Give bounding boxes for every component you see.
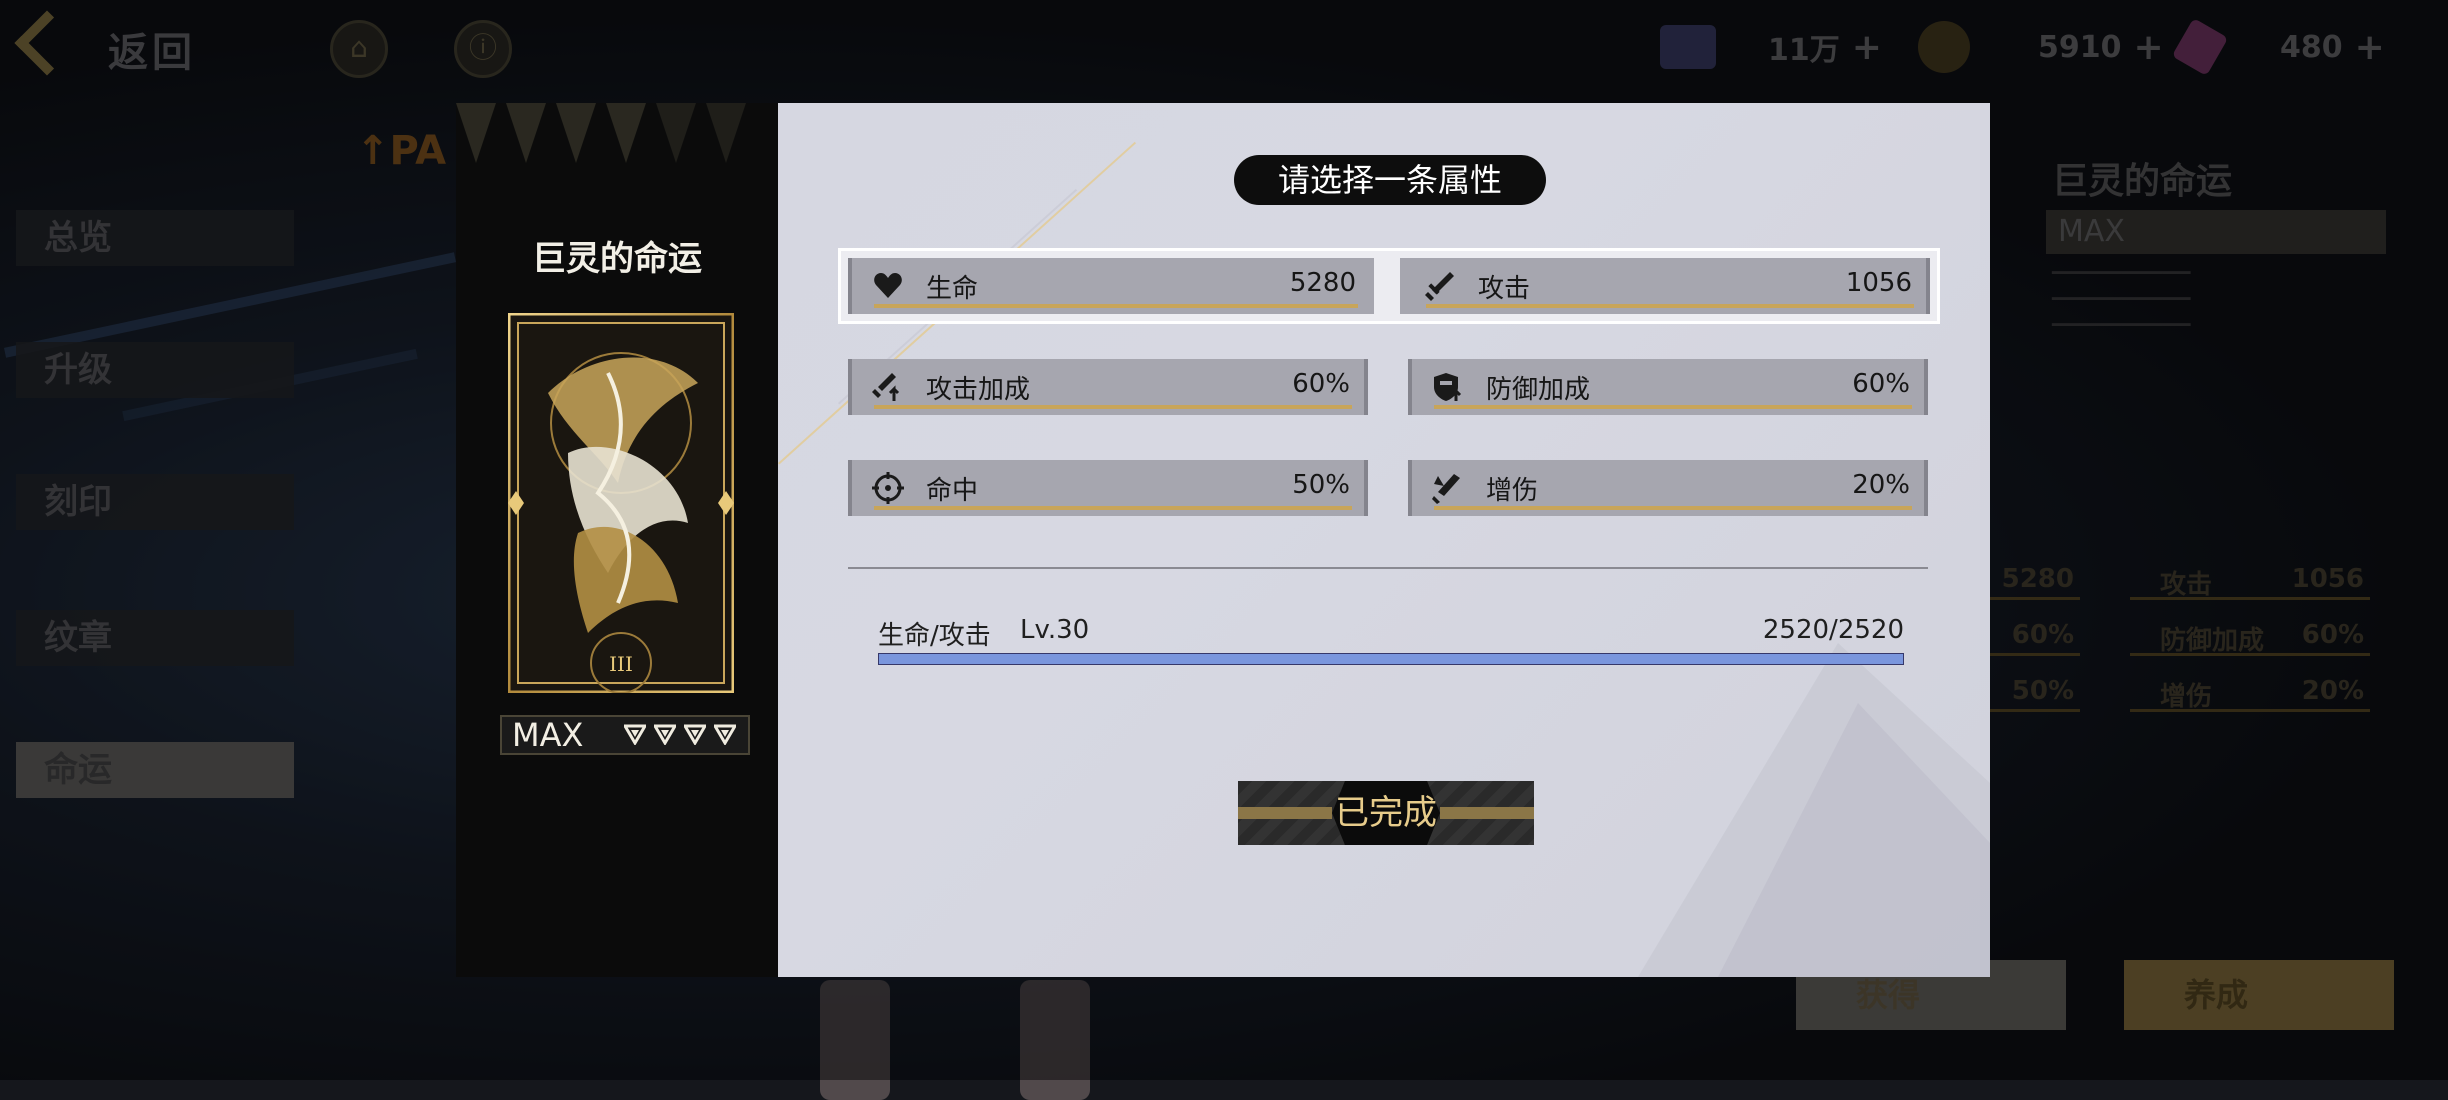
card-name: 巨灵的命运 [532, 239, 702, 279]
card-pane: 巨灵的命运 III MAX [456, 103, 778, 977]
card-numeral: III [609, 652, 633, 676]
level-pip-icon [624, 724, 646, 745]
attribute-value: 60% [1292, 369, 1350, 399]
done-button[interactable]: 已完成 [1238, 781, 1534, 845]
attribute-label: 防御加成 [1486, 375, 1591, 405]
decorative-shape [1638, 643, 1990, 977]
done-button-label: 已完成 [1335, 793, 1437, 833]
heart-icon [874, 273, 902, 298]
attribute-hp[interactable]: 生命 5280 [848, 258, 1374, 314]
attribute-value: 20% [1852, 470, 1910, 500]
crosshair-icon [872, 472, 904, 504]
progress-bar [878, 653, 1904, 665]
attribute-label: 增伤 [1486, 476, 1539, 506]
attribute-pane: 请选择一条属性 生命 5280 攻击 1056 攻击加成 60% 防御加成 60… [778, 103, 1990, 977]
attribute-dmg-up[interactable]: 增伤 20% [1408, 460, 1928, 516]
attribute-label: 命中 [926, 476, 979, 506]
section-divider [848, 567, 1928, 569]
attribute-hit[interactable]: 命中 50% [848, 460, 1368, 516]
attribute-value: 50% [1292, 470, 1350, 500]
level-pip-icon [684, 724, 706, 745]
attribute-label: 攻击 [1478, 274, 1531, 304]
decorative-triangles [456, 103, 746, 163]
attribute-atk-bonus[interactable]: 攻击加成 60% [848, 359, 1368, 415]
attribute-value: 60% [1852, 369, 1910, 399]
attribute-def-bonus[interactable]: 防御加成 60% [1408, 359, 1928, 415]
attribute-value: 5280 [1289, 268, 1356, 298]
attribute-value: 1056 [1845, 268, 1912, 298]
card-level-label: MAX [512, 716, 584, 754]
sword-icon [1425, 272, 1454, 301]
progress-fill [879, 654, 1903, 664]
fate-card-image: III [508, 313, 734, 693]
dmg-up-icon [1432, 474, 1460, 504]
attribute-label: 攻击加成 [926, 375, 1031, 405]
progress-label: 生命/攻击 [878, 621, 991, 651]
level-pip-icon [714, 724, 736, 745]
progress-level: Lv.30 [1020, 615, 1090, 645]
level-pip-icon [654, 724, 676, 745]
progress-count: 2520/2520 [1762, 615, 1904, 645]
select-attribute-prompt: 请选择一条属性 [1234, 155, 1546, 205]
sword-up-icon [872, 373, 900, 401]
card-level-bar: MAX [500, 715, 750, 755]
shield-icon [1434, 373, 1462, 401]
card-level-pips [624, 723, 736, 745]
attribute-select-dialog: 巨灵的命运 III MAX 请选择一条属性 生命 5280 攻击 1056 攻击… [456, 103, 1990, 977]
attribute-atk[interactable]: 攻击 1056 [1400, 258, 1930, 314]
attribute-label: 生命 [926, 274, 979, 304]
